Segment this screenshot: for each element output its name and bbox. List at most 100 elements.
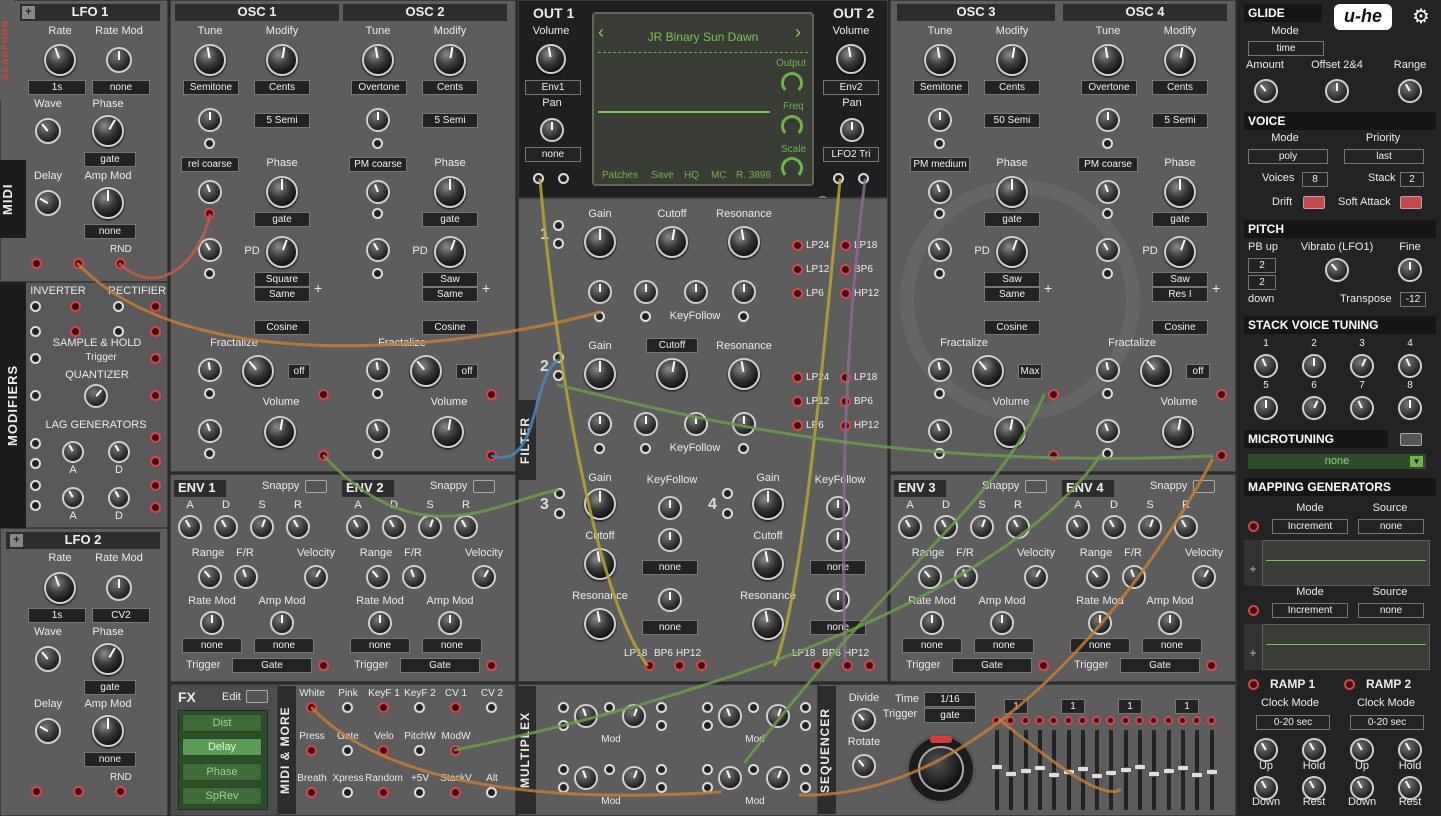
filter1-hp12-jack[interactable]: [840, 288, 851, 299]
osc1-frac-knob[interactable]: [242, 355, 274, 387]
filter3-res-value[interactable]: none: [642, 620, 698, 635]
lfo1-phase-knob[interactable]: [92, 115, 124, 147]
env2-out-jack[interactable]: [486, 660, 497, 671]
lfo2-rate-knob[interactable]: [44, 572, 76, 604]
filter3-resmod-knob[interactable]: [658, 588, 682, 612]
osc1-out-jack-2[interactable]: [318, 450, 329, 461]
osc1-semi-value[interactable]: 5 Semi: [254, 113, 310, 128]
env1-s-knob[interactable]: [250, 515, 274, 539]
filter2-cutmod-knob[interactable]: [634, 412, 658, 436]
midi-more-5v-jack[interactable]: [414, 787, 425, 798]
midi-more-alt-jack[interactable]: [486, 787, 497, 798]
midi-more-pink-jack[interactable]: [342, 702, 353, 713]
filter2-cutoff-knob[interactable]: [656, 358, 688, 390]
sh-jack-out[interactable]: [150, 353, 161, 364]
mux4-knob-b[interactable]: [766, 766, 790, 790]
osc4-frac-knob[interactable]: [1140, 355, 1172, 387]
svt-5-knob[interactable]: [1254, 396, 1278, 420]
env2-velocity-knob[interactable]: [472, 565, 496, 589]
osc3-tune-value[interactable]: Semitone: [913, 80, 969, 95]
env2-r-knob[interactable]: [454, 515, 478, 539]
filter2-kf-knob[interactable]: [684, 412, 708, 436]
osc4-out-jack-2[interactable]: [1216, 450, 1227, 461]
seq-gate-led-6[interactable]: [1063, 716, 1073, 725]
osc2-modify-value[interactable]: Cents: [422, 80, 478, 95]
seq-slider-9[interactable]: [1105, 770, 1118, 776]
midi-more-xpress-jack[interactable]: [342, 787, 353, 798]
osc1-vol-modknob[interactable]: [198, 419, 222, 443]
env4-velocity-knob[interactable]: [1192, 565, 1216, 589]
osc3-wave2-value[interactable]: Same: [984, 287, 1040, 302]
rectifier-jack-in-1[interactable]: [113, 301, 124, 312]
midi-more-white-jack[interactable]: [306, 702, 317, 713]
osc3-phase-knob[interactable]: [996, 176, 1028, 208]
osc3-modmode-value[interactable]: PM medium: [910, 157, 970, 172]
env3-range-knob[interactable]: [918, 565, 942, 589]
filter4-resmod-knob[interactable]: [826, 588, 850, 612]
filter3-cutoff-knob[interactable]: [584, 548, 616, 580]
osc4-tune-knob[interactable]: [1092, 44, 1124, 76]
osc4-modify-value[interactable]: Cents: [1152, 80, 1208, 95]
mapgen1-add-icon[interactable]: +: [1244, 540, 1262, 586]
env4-d-knob[interactable]: [1102, 515, 1126, 539]
sh-jack-in[interactable]: [30, 353, 41, 364]
env1-r-knob[interactable]: [286, 515, 310, 539]
microtuning-select[interactable]: none: [1248, 454, 1426, 469]
env1-velocity-knob[interactable]: [304, 565, 328, 589]
filter1-gain-knob[interactable]: [584, 226, 616, 258]
osc1-vol-jack[interactable]: [204, 448, 215, 459]
filter4-cutoff-knob[interactable]: [752, 548, 784, 580]
out1-pan-knob[interactable]: [540, 118, 564, 142]
filter4-lp18-jack[interactable]: [812, 660, 823, 671]
seq-slider-1[interactable]: [991, 764, 1003, 770]
filter1-lp12-jack[interactable]: [792, 264, 803, 275]
env1-ratemod-knob[interactable]: [200, 611, 224, 635]
svt-2-knob[interactable]: [1302, 354, 1326, 378]
seq-slider-8[interactable]: [1091, 773, 1104, 779]
osc1-cosine-value[interactable]: Cosine: [254, 320, 310, 335]
osc3-mod-jack[interactable]: [934, 138, 945, 149]
lfo2-ampmod-knob[interactable]: [92, 715, 124, 747]
lag2-jack-in-a[interactable]: [30, 480, 41, 491]
env2-range-knob[interactable]: [366, 565, 390, 589]
osc2-phase-value[interactable]: gate: [422, 212, 478, 227]
env2-s-knob[interactable]: [418, 515, 442, 539]
osc2-volume-knob[interactable]: [432, 416, 464, 448]
lag2-jack-in-b[interactable]: [30, 500, 41, 511]
svt-4-knob[interactable]: [1398, 354, 1422, 378]
osc1-mod-jack[interactable]: [204, 138, 215, 149]
filter4-resonance-knob[interactable]: [752, 608, 784, 640]
out1-volume-value[interactable]: Env1: [525, 80, 581, 95]
env2-fr-knob[interactable]: [402, 565, 426, 589]
out1-jack-l[interactable]: [533, 173, 544, 184]
env4-fr-knob[interactable]: [1122, 565, 1146, 589]
fx-item-delay[interactable]: Delay: [182, 738, 262, 756]
osc4-tune-value[interactable]: Overtone: [1081, 80, 1137, 95]
filter1-resonance-knob[interactable]: [728, 226, 760, 258]
filter3-gain-knob[interactable]: [584, 488, 616, 520]
osc1-wave2-value[interactable]: Same: [254, 287, 310, 302]
filter1-bp6-jack[interactable]: [840, 264, 851, 275]
filter4-kf-value[interactable]: none: [810, 560, 866, 575]
filter4-gain-knob[interactable]: [752, 488, 784, 520]
env2-ampmod-knob[interactable]: [438, 611, 462, 635]
mux3-jack-c[interactable]: [604, 764, 615, 775]
seq-slider-3[interactable]: [1019, 768, 1032, 774]
osc2-frac-value[interactable]: off: [456, 364, 478, 379]
filter4-in-jack-a[interactable]: [722, 488, 733, 499]
svt-3-knob[interactable]: [1350, 354, 1374, 378]
osc1-frac-jack[interactable]: [204, 388, 215, 399]
lfo1-rate-knob[interactable]: [44, 44, 76, 76]
osc1-frac-value[interactable]: off: [288, 364, 310, 379]
osc1-tune-value[interactable]: Semitone: [183, 80, 239, 95]
pitch-vibrato-knob[interactable]: [1325, 258, 1349, 282]
osc4-mod-jack[interactable]: [1102, 138, 1113, 149]
filter2-resmod-knob[interactable]: [732, 412, 756, 436]
osc4-frac-value[interactable]: off: [1186, 364, 1210, 379]
osc3-frac-value[interactable]: Max: [1018, 364, 1042, 379]
ramp2-hold-knob[interactable]: [1398, 738, 1422, 762]
osc3-jack-a[interactable]: [934, 208, 945, 219]
midi-more-press-jack[interactable]: [306, 745, 317, 756]
mux1-knob-a[interactable]: [574, 704, 598, 728]
lag2-jack-out-b[interactable]: [150, 502, 161, 513]
